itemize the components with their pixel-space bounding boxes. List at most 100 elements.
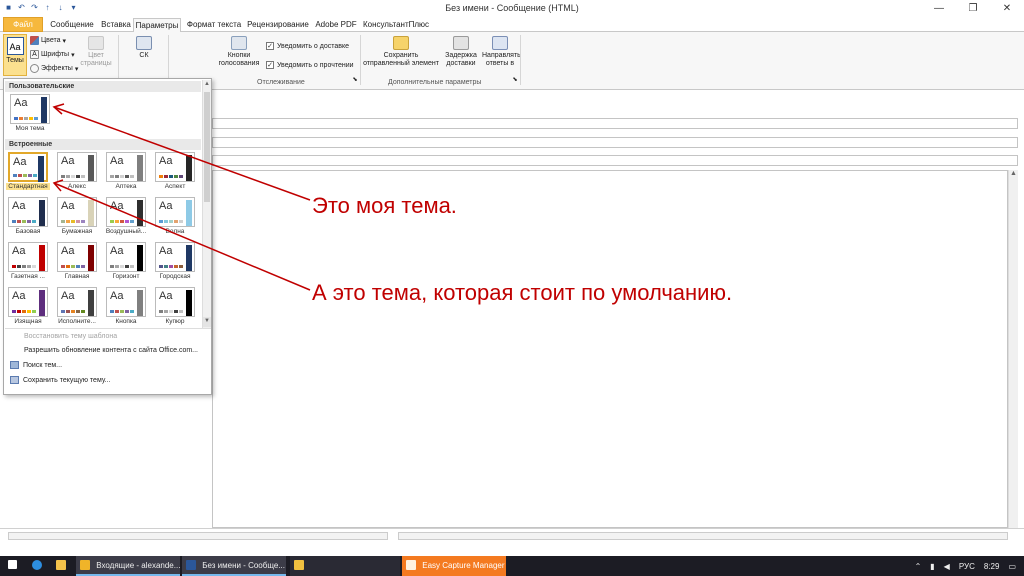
theme-thumbnail[interactable]: Aa Волна [153, 195, 197, 237]
theme-thumbnail[interactable]: Aa Кнопка [104, 285, 148, 327]
theme-color-swatch [174, 220, 178, 223]
sk-button[interactable]: СК [128, 36, 160, 60]
restore-button[interactable]: ❐ [956, 0, 990, 17]
fonts-button[interactable]: A Шрифты ▾ [30, 50, 75, 59]
taskbar-item-inbox[interactable]: Входящие - alexande... [76, 556, 180, 576]
restore-template-theme-item[interactable]: Восстановить тему шаблона [24, 333, 117, 340]
close-button[interactable]: ✕ [990, 0, 1024, 17]
taskbar-item-message[interactable]: Без имени - Сообще... [182, 556, 286, 576]
start-button[interactable] [0, 556, 26, 576]
gallery-more-button[interactable]: ▼ [202, 317, 211, 327]
voting-buttons[interactable]: Кнопки голосования [214, 36, 264, 68]
page-color-label: Цвет страницы [80, 52, 112, 67]
save-sent-item-button[interactable]: Сохранить отправленный элемент [362, 36, 440, 68]
theme-color-swatch [110, 310, 114, 313]
scroll-down-icon[interactable]: ▼ [203, 317, 211, 326]
scroll-up-icon[interactable]: ▲ [203, 80, 211, 89]
tab-format-text[interactable]: Формат текста [184, 18, 244, 32]
subject-field[interactable] [212, 155, 1018, 166]
theme-color-swatch [32, 220, 36, 223]
minimize-button[interactable]: — [922, 0, 956, 17]
page-color-button[interactable]: Цвет страницы [78, 36, 114, 68]
theme-thumbnail[interactable]: Aa Воздушный... [104, 195, 148, 237]
volume-icon[interactable]: ◀ [944, 562, 950, 571]
network-icon[interactable]: ▮ [930, 562, 934, 571]
theme-name-label: Базовая [15, 228, 41, 235]
custom-themes-header: Пользовательские [5, 81, 201, 92]
tracking-launcher[interactable]: ⬊ [352, 76, 358, 84]
message-body-editor[interactable] [212, 170, 1008, 528]
theme-accent-stripe [186, 290, 192, 316]
theme-color-swatch [61, 265, 65, 268]
theme-color-swatch [120, 175, 124, 178]
theme-thumbnail[interactable]: Aa Исполните... [55, 285, 99, 327]
scroll-thumb[interactable] [204, 92, 210, 202]
theme-thumbnail[interactable]: Aa Моя тема [8, 92, 52, 134]
direct-replies-button[interactable]: Направлять ответы в [482, 36, 521, 68]
theme-thumbnail[interactable]: Aa Стандартная [6, 150, 50, 192]
colors-button[interactable]: Цвета ▾ [30, 36, 66, 45]
theme-thumbnail[interactable]: Aa Газетная ... [6, 240, 50, 282]
tray-chevron-icon[interactable]: ⌃ [915, 562, 922, 571]
taskbar-item-blank[interactable] [290, 556, 400, 576]
notifications-icon[interactable]: ▭ [1008, 562, 1016, 571]
theme-thumbnail[interactable]: Aa Главная [55, 240, 99, 282]
effects-button[interactable]: Эффекты ▾ [30, 64, 78, 73]
direct-label: Направлять ответы в [482, 52, 521, 67]
theme-thumbnail[interactable]: Aa Аптека [104, 150, 148, 192]
theme-thumbnail[interactable]: Aa Городская [153, 240, 197, 282]
explorer-button[interactable] [52, 556, 72, 576]
theme-accent-stripe [41, 97, 47, 123]
tab-options[interactable]: Параметры [133, 18, 181, 33]
theme-color-swatches [61, 220, 85, 223]
search-themes-item[interactable]: Поиск тем... [10, 361, 62, 369]
theme-accent-stripe [186, 200, 192, 226]
to-field[interactable] [212, 118, 1018, 129]
theme-color-swatch [110, 175, 114, 178]
read-label: Уведомить о прочтении [277, 61, 354, 69]
language-indicator[interactable]: РУС [959, 562, 975, 571]
annotation-default-theme: А это тема, которая стоит по умолчанию. [312, 280, 733, 305]
gallery-scrollbar[interactable]: ▲ [202, 80, 211, 328]
tab-file[interactable]: Файл [3, 17, 43, 32]
theme-color-swatch [76, 220, 80, 223]
tab-consultant[interactable]: КонсультантПлюс [362, 18, 430, 32]
clock[interactable]: 8:29 [984, 562, 1000, 571]
reply-icon [492, 36, 508, 50]
theme-thumbnail[interactable]: Aa Алекс [55, 150, 99, 192]
theme-thumbnail[interactable]: Aa Купюр [153, 285, 197, 327]
save-current-theme-item[interactable]: Сохранить текущую тему... [10, 376, 110, 384]
tab-message[interactable]: Сообщение [44, 18, 100, 32]
theme-color-swatch [66, 175, 70, 178]
theme-preview: Aa [8, 242, 48, 272]
theme-color-swatches [110, 175, 134, 178]
editor-scrollbar[interactable]: ▲ [1008, 170, 1018, 528]
theme-thumbnail[interactable]: Aa Изящная [6, 285, 50, 327]
theme-color-swatch [115, 265, 119, 268]
taskbar-item-label: Без имени - Сообще... [202, 561, 285, 570]
theme-thumbnail[interactable]: Aa Аспект [153, 150, 197, 192]
tab-adobe-pdf[interactable]: Adobe PDF [312, 18, 360, 32]
delivery-receipt-checkbox[interactable]: ✓ Уведомить о доставке [266, 42, 349, 50]
edge-button[interactable] [28, 556, 48, 576]
theme-thumbnail[interactable]: Aa Базовая [6, 195, 50, 237]
themes-button[interactable]: Aa Темы [3, 34, 27, 76]
tab-review[interactable]: Рецензирование [246, 18, 310, 32]
theme-color-swatch [17, 265, 21, 268]
theme-color-swatch [13, 174, 17, 177]
delay-delivery-button[interactable]: Задержка доставки [442, 36, 480, 68]
scroll-up-icon[interactable]: ▲ [1009, 170, 1018, 177]
window-title: Без имени - Сообщение (HTML) [445, 3, 579, 13]
theme-thumbnail[interactable]: Aa Горизонт [104, 240, 148, 282]
read-receipt-checkbox[interactable]: ✓ Уведомить о прочтении [266, 61, 354, 69]
more-options-launcher[interactable]: ⬊ [512, 76, 518, 84]
allow-office-update-item[interactable]: Разрешить обновление контента с сайта Of… [24, 347, 198, 354]
taskbar-item-easy-capture[interactable]: Easy Capture Manager [402, 556, 506, 576]
theme-thumbnail[interactable]: Aa Бумажная [55, 195, 99, 237]
ribbon-separator [520, 35, 521, 85]
cc-field[interactable] [212, 137, 1018, 148]
tab-insert[interactable]: Вставка [100, 18, 132, 32]
theme-color-swatch [164, 175, 168, 178]
theme-color-swatch [174, 310, 178, 313]
effects-label: Эффекты [41, 65, 73, 72]
